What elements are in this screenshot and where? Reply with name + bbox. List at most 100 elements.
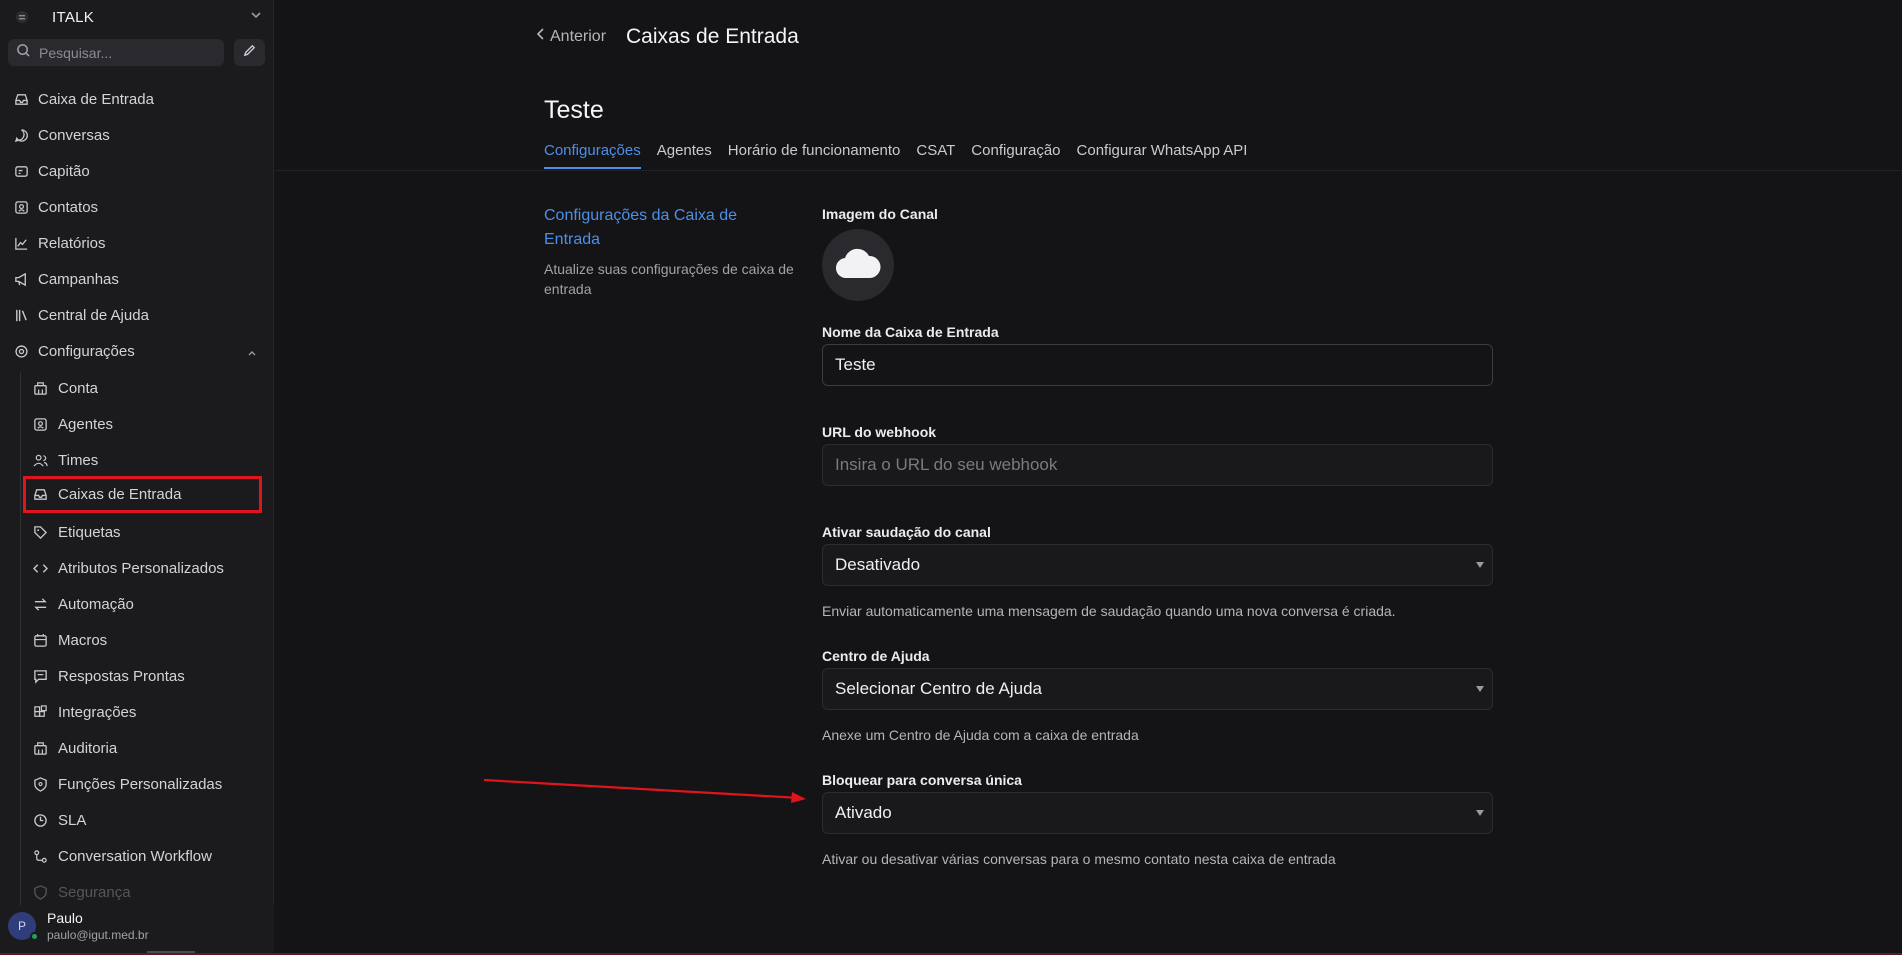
workspace-name: ITALK <box>52 8 95 26</box>
settings-item-automacao[interactable]: Automação <box>26 589 260 619</box>
chevron-up-icon[interactable] <box>246 346 258 363</box>
settings-item-label: Caixas de Entrada <box>58 486 182 503</box>
help-center-select[interactable]: Selecionar Centro de Ajuda <box>822 668 1493 710</box>
back-link[interactable]: Anterior <box>536 27 606 46</box>
workspace-logo-icon <box>12 7 32 27</box>
settings-item-label: Macros <box>58 631 108 649</box>
building-icon <box>32 740 48 756</box>
code-icon <box>32 560 48 576</box>
settings-item-atributos-personalizados[interactable]: Atributos Personalizados <box>26 553 260 583</box>
sidebar-item-relatorios[interactable]: Relatórios <box>8 228 266 258</box>
sidebar-item-label: Capitão <box>38 162 90 180</box>
chat-bubble-icon <box>13 127 29 143</box>
settings-item-integracoes[interactable]: Integrações <box>26 697 260 727</box>
sidebar-item-conversas[interactable]: Conversas <box>8 120 266 150</box>
arrows-swap-icon <box>32 596 48 612</box>
inbox-name-label: Nome da Caixa de Entrada <box>822 324 999 340</box>
sidebar-item-central-de-ajuda[interactable]: Central de Ajuda <box>8 300 266 330</box>
chevron-down-icon[interactable] <box>248 7 264 28</box>
settings-item-agentes[interactable]: Agentes <box>26 409 260 439</box>
caret-down-icon <box>1476 686 1484 692</box>
online-status-dot <box>30 932 39 941</box>
sidebar-item-contatos[interactable]: Contatos <box>8 192 266 222</box>
building-icon <box>32 380 48 396</box>
shield-icon <box>32 884 48 900</box>
inbox-name-field[interactable] <box>822 344 1493 386</box>
caret-down-icon <box>1476 810 1484 816</box>
search-input[interactable] <box>39 44 209 61</box>
settings-item-label: Funções Personalizadas <box>58 775 223 793</box>
workflow-icon <box>32 848 48 864</box>
settings-item-label: Integrações <box>58 703 137 721</box>
clock-icon <box>32 812 48 828</box>
settings-item-conversation-workflow[interactable]: Conversation Workflow <box>26 841 260 871</box>
settings-item-etiquetas[interactable]: Etiquetas <box>26 517 260 547</box>
settings-item-sla[interactable]: SLA <box>26 805 260 835</box>
contact-card-icon <box>13 199 29 215</box>
settings-item-label: SLA <box>58 811 87 829</box>
settings-item-label: Etiquetas <box>58 523 121 541</box>
help-center-label: Centro de Ajuda <box>822 648 930 664</box>
tab-configuracoes[interactable]: Configurações <box>544 142 641 169</box>
settings-item-funcoes-personalizadas[interactable]: Funções Personalizadas <box>26 769 260 799</box>
greeting-select[interactable]: Desativado <box>822 544 1493 586</box>
help-center-select-value: Selecionar Centro de Ajuda <box>835 679 1042 698</box>
settings-item-seguranca[interactable]: Segurança <box>26 877 260 907</box>
inbox-icon <box>13 91 29 107</box>
tab-horario-de-funcionamento[interactable]: Horário de funcionamento <box>728 142 901 169</box>
settings-item-auditoria[interactable]: Auditoria <box>26 733 260 763</box>
sidebar-item-label: Relatórios <box>38 234 106 252</box>
settings-item-label: Agentes <box>58 415 114 433</box>
library-icon <box>13 307 29 323</box>
sidebar-item-label: Caixa de Entrada <box>38 90 154 108</box>
user-name: Paulo <box>47 910 83 926</box>
tab-configuracao[interactable]: Configuração <box>971 142 1060 169</box>
sidebar-item-campanhas[interactable]: Campanhas <box>8 264 266 294</box>
greeting-help-text: Enviar automaticamente uma mensagem de s… <box>822 603 1396 619</box>
shield-icon <box>32 776 48 792</box>
sidebar-item-configuracoes[interactable]: Configurações <box>8 336 266 366</box>
pencil-icon <box>242 43 257 63</box>
inbox-name-heading: Teste <box>544 96 604 124</box>
greeting-label: Ativar saudação do canal <box>822 524 991 540</box>
settings-item-times[interactable]: Times <box>26 445 260 475</box>
tab-configurar-whatsapp-api[interactable]: Configurar WhatsApp API <box>1077 142 1248 169</box>
settings-item-label: Atributos Personalizados <box>58 559 224 577</box>
search-box[interactable] <box>8 39 224 66</box>
settings-item-label: Automação <box>58 595 134 613</box>
tab-agentes[interactable]: Agentes <box>657 142 712 169</box>
users-icon <box>32 452 48 468</box>
webhook-field[interactable] <box>822 444 1493 486</box>
lock-single-conversation-label: Bloquear para conversa única <box>822 772 1022 788</box>
settings-item-label: Conta <box>58 379 99 397</box>
section-title: Configurações da Caixa de Entrada <box>544 207 738 248</box>
sidebar-item-label: Configurações <box>38 342 135 360</box>
inbox-name-input[interactable] <box>835 355 1475 375</box>
search-icon <box>16 43 31 63</box>
lock-help-text: Ativar ou desativar várias conversas par… <box>822 851 1336 867</box>
sidebar-item-capitao[interactable]: Capitão <box>8 156 266 186</box>
webhook-input[interactable] <box>835 455 1475 475</box>
calendar-icon <box>32 632 48 648</box>
lock-select-value: Ativado <box>835 803 892 822</box>
settings-item-respostas-prontas[interactable]: Respostas Prontas <box>26 661 260 691</box>
channel-image-upload[interactable] <box>822 229 894 301</box>
inbox-tabs: Configurações Agentes Horário de funcion… <box>544 142 1263 169</box>
settings-item-caixas-de-entrada[interactable]: Caixas de Entrada <box>23 476 262 513</box>
compose-button[interactable] <box>234 39 265 66</box>
captain-icon <box>13 163 29 179</box>
sidebar-item-caixa-de-entrada[interactable]: Caixa de Entrada <box>8 84 266 114</box>
settings-tree-line <box>20 372 21 907</box>
workspace-switcher[interactable]: ITALK <box>8 4 266 30</box>
chevron-left-icon <box>536 27 550 46</box>
inbox-icon <box>32 487 48 503</box>
sidebar-item-label: Campanhas <box>38 270 119 288</box>
settings-item-label: Respostas Prontas <box>58 667 185 685</box>
tab-csat[interactable]: CSAT <box>916 142 955 169</box>
settings-item-label: Conversation Workflow <box>58 847 212 865</box>
lock-single-conversation-select[interactable]: Ativado <box>822 792 1493 834</box>
message-square-icon <box>32 668 48 684</box>
settings-item-label: Auditoria <box>58 739 118 757</box>
settings-item-conta[interactable]: Conta <box>26 373 260 403</box>
settings-item-macros[interactable]: Macros <box>26 625 260 655</box>
